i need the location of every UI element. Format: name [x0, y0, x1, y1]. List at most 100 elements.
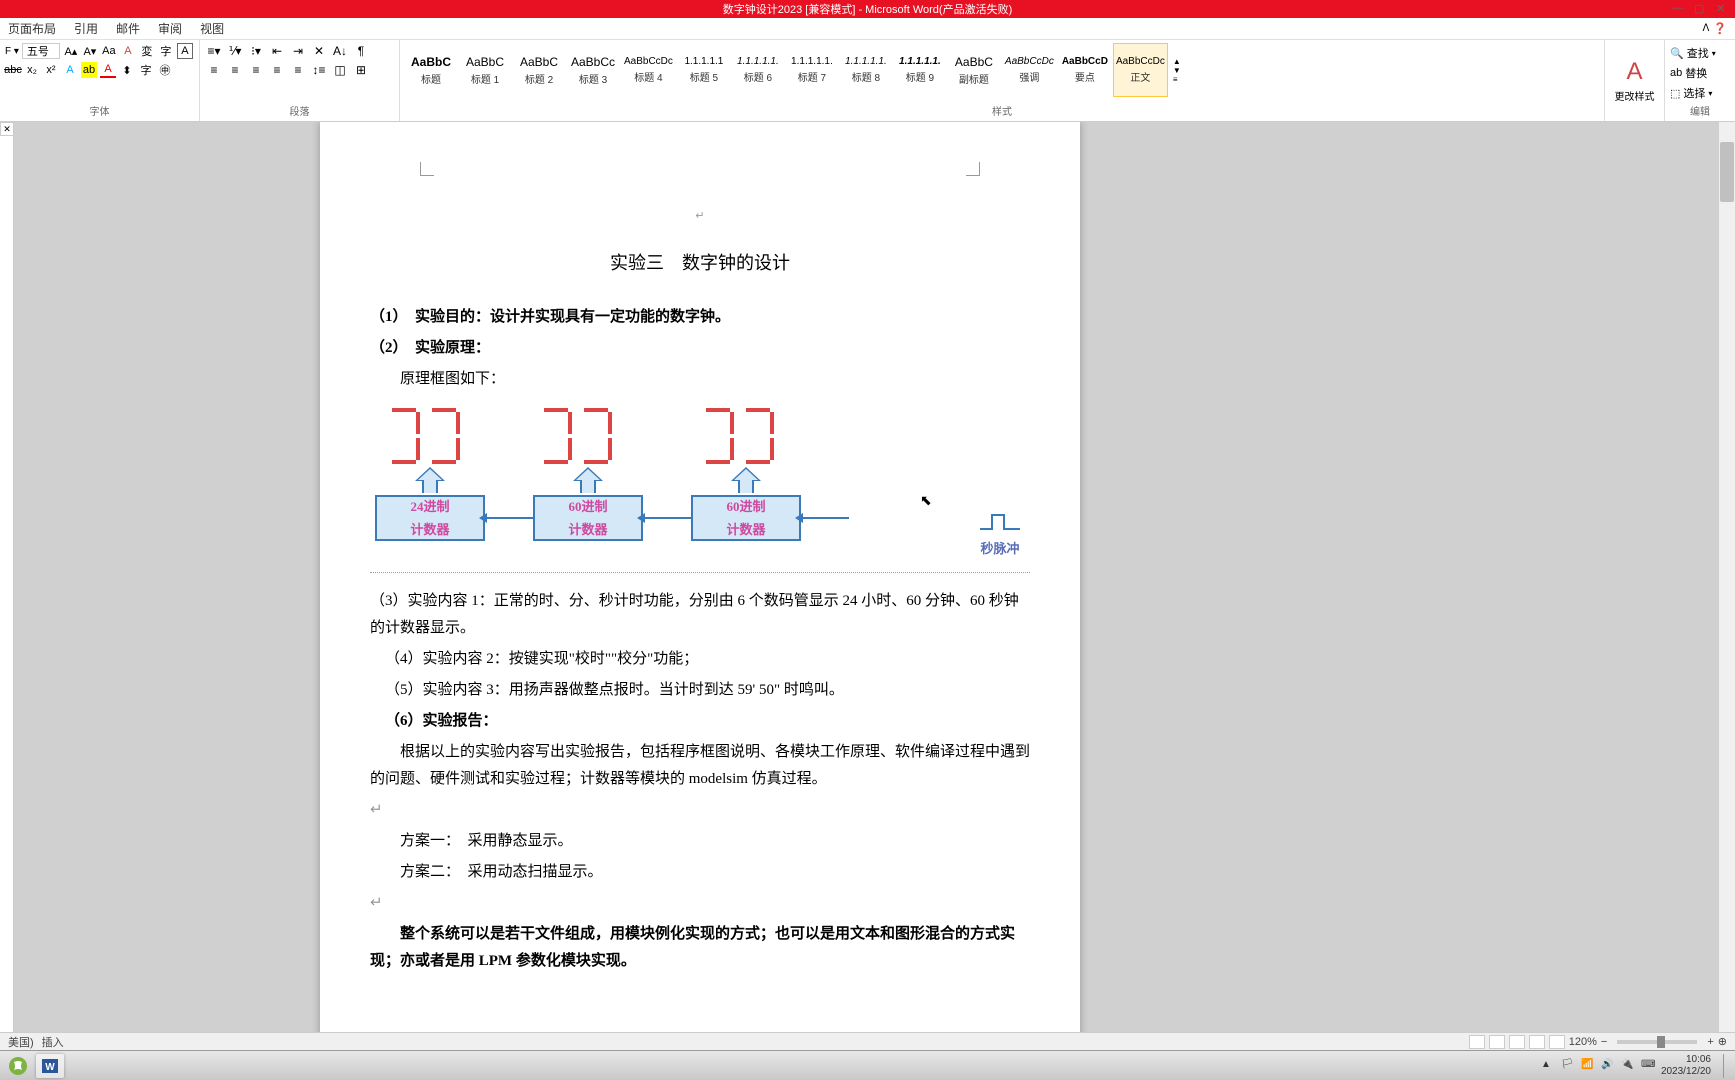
font-color-button[interactable]: A — [100, 62, 116, 78]
status-language[interactable]: 美国) — [8, 1034, 34, 1050]
bullets-button[interactable]: ≡▾ — [205, 43, 223, 59]
tray-volume-icon[interactable]: 🔊 — [1601, 1059, 1615, 1073]
zoom-in-button[interactable]: + — [1707, 1036, 1713, 1048]
increase-indent-button[interactable]: ⇥ — [289, 43, 307, 59]
word-taskbar-button[interactable]: W — [36, 1054, 64, 1078]
tray-network-icon[interactable]: 📶 — [1581, 1059, 1595, 1073]
show-desktop-button[interactable] — [1723, 1054, 1731, 1078]
subscript-button[interactable]: x₂ — [24, 62, 40, 78]
zoom-level[interactable]: 120% — [1569, 1036, 1597, 1048]
circle-enclose-button[interactable]: ㊥ — [157, 62, 173, 78]
scrollbar-thumb[interactable] — [1720, 142, 1734, 202]
show-marks-button[interactable]: ¶ — [352, 43, 370, 59]
styles-scroll-down[interactable]: ▼ — [1173, 66, 1181, 75]
superscript-button[interactable]: x² — [43, 62, 59, 78]
menu-layout[interactable]: 页面布局 — [8, 20, 56, 37]
zoom-out-button[interactable]: − — [1601, 1036, 1607, 1048]
char-border-button[interactable]: 字 — [158, 43, 174, 59]
close-button[interactable]: ✕ — [1716, 2, 1730, 16]
style-h6[interactable]: 1.1.1.1.1.标题 6 — [732, 43, 784, 97]
menu-review[interactable]: 审阅 — [158, 20, 182, 37]
menu-bar: 页面布局 引用 邮件 审阅 视图 ᐱ ❓ — [0, 18, 1735, 40]
counter-24: 24进制计数器 — [375, 495, 485, 541]
system-clock[interactable]: 10:06 2023/12/20 — [1661, 1054, 1717, 1078]
style-h9[interactable]: 1.1.1.1.1.标题 9 — [894, 43, 946, 97]
menu-mail[interactable]: 邮件 — [116, 20, 140, 37]
mouse-cursor-icon: ⬉ — [920, 492, 932, 509]
menu-view[interactable]: 视图 — [200, 20, 224, 37]
style-subtitle[interactable]: AaBbC副标题 — [948, 43, 1000, 97]
zoom-slider-thumb[interactable] — [1657, 1036, 1665, 1048]
align-center-button[interactable]: ≡ — [226, 62, 244, 78]
minimize-button[interactable]: — — [1672, 2, 1686, 16]
styles-group: AaBbC标题 AaBbC标题 1 AaBbC标题 2 AaBbCc标题 3 A… — [400, 40, 1605, 121]
style-point[interactable]: AaBbCcD要点 — [1059, 43, 1111, 97]
find-button[interactable]: 🔍查找▾ — [1670, 43, 1730, 63]
zoom-fit-button[interactable]: ⊕ — [1718, 1035, 1727, 1048]
font-family-dropdown[interactable]: F ▾ — [5, 46, 19, 57]
draft-view[interactable] — [1549, 1035, 1565, 1049]
tray-flag-icon[interactable]: 🏳 — [1561, 1059, 1575, 1073]
convert-button[interactable]: ✕ — [310, 43, 328, 59]
tray-icon-1[interactable]: ▲ — [1541, 1059, 1555, 1073]
grow-font-button[interactable]: A▴ — [63, 43, 79, 59]
numbering-button[interactable]: ⅟▾ — [226, 43, 244, 59]
help-icon[interactable]: ❓ — [1713, 22, 1727, 35]
document-title: 实验三 数字钟的设计 — [370, 247, 1030, 279]
tray-ime-icon[interactable]: ⌨ — [1641, 1059, 1655, 1073]
vertical-scrollbar[interactable] — [1719, 122, 1735, 1062]
sort-button[interactable]: A↓ — [331, 43, 349, 59]
style-h5[interactable]: 1.1.1.1.1标题 5 — [678, 43, 730, 97]
style-title[interactable]: AaBbC标题 — [405, 43, 457, 97]
highlight-button[interactable]: ab — [81, 62, 97, 78]
char-scale-button[interactable]: ⬍ — [119, 62, 135, 78]
styles-expand[interactable]: ≡ — [1173, 75, 1181, 84]
arrow-left-icon — [485, 517, 533, 519]
change-styles-button[interactable]: A 更改样式 — [1605, 40, 1665, 121]
align-left-button[interactable]: ≡ — [205, 62, 223, 78]
text-effects-button[interactable]: A — [62, 62, 78, 78]
style-h1[interactable]: AaBbC标题 1 — [459, 43, 511, 97]
style-h4[interactable]: AaBbCcDc标题 4 — [621, 43, 676, 97]
clear-format-button[interactable]: A — [120, 43, 136, 59]
zoom-slider[interactable] — [1617, 1040, 1697, 1044]
document-content: ↵ 实验三 数字钟的设计 （1） 实验目的：设计并实现具有一定功能的数字钟。 （… — [370, 207, 1030, 975]
menu-references[interactable]: 引用 — [74, 20, 98, 37]
style-h7[interactable]: 1.1.1.1.1.标题 7 — [786, 43, 838, 97]
doc-line-4: （3）实验内容 1：正常的时、分、秒计时功能，分别由 6 个数码管显示 24 小… — [370, 588, 1030, 642]
enclose-button[interactable]: 字 — [138, 62, 154, 78]
style-emphasis[interactable]: AaBbCcDc强调 — [1002, 43, 1057, 97]
outline-view[interactable] — [1529, 1035, 1545, 1049]
shading-button[interactable]: ◫ — [331, 62, 349, 78]
font-size-input[interactable] — [22, 43, 60, 59]
start-button[interactable] — [4, 1054, 32, 1078]
ribbon-minimize-icon[interactable]: ᐱ — [1702, 23, 1709, 34]
replace-button[interactable]: ab替换 — [1670, 63, 1730, 83]
multilevel-button[interactable]: ⁝▾ — [247, 43, 265, 59]
select-button[interactable]: ⬚选择▾ — [1670, 83, 1730, 103]
borders-button[interactable]: ⊞ — [352, 62, 370, 78]
justify-button[interactable]: ≡ — [268, 62, 286, 78]
style-normal[interactable]: AaBbCcDc正文 — [1113, 43, 1168, 97]
decrease-indent-button[interactable]: ⇤ — [268, 43, 286, 59]
web-view[interactable] — [1509, 1035, 1525, 1049]
change-case-button[interactable]: Aa — [101, 43, 117, 59]
line-spacing-button[interactable]: ↕≡ — [310, 62, 328, 78]
style-h8[interactable]: 1.1.1.1.1.标题 8 — [840, 43, 892, 97]
panel-close-button[interactable]: ✕ — [0, 122, 14, 136]
style-h3[interactable]: AaBbCc标题 3 — [567, 43, 619, 97]
shrink-font-button[interactable]: A▾ — [82, 43, 98, 59]
strikethrough-button[interactable]: abc — [5, 62, 21, 78]
phonetic-button[interactable]: 変 — [139, 43, 155, 59]
maximize-button[interactable]: ▢ — [1694, 2, 1708, 16]
print-layout-view[interactable] — [1469, 1035, 1485, 1049]
distribute-button[interactable]: ≡ — [289, 62, 307, 78]
document-page[interactable]: ↵ 实验三 数字钟的设计 （1） 实验目的：设计并实现具有一定功能的数字钟。 （… — [320, 122, 1080, 1062]
status-mode[interactable]: 插入 — [42, 1034, 64, 1050]
char-shading-button[interactable]: A — [177, 43, 193, 59]
style-h2[interactable]: AaBbC标题 2 — [513, 43, 565, 97]
styles-scroll-up[interactable]: ▲ — [1173, 57, 1181, 66]
tray-power-icon[interactable]: 🔌 — [1621, 1059, 1635, 1073]
align-right-button[interactable]: ≡ — [247, 62, 265, 78]
reading-view[interactable] — [1489, 1035, 1505, 1049]
